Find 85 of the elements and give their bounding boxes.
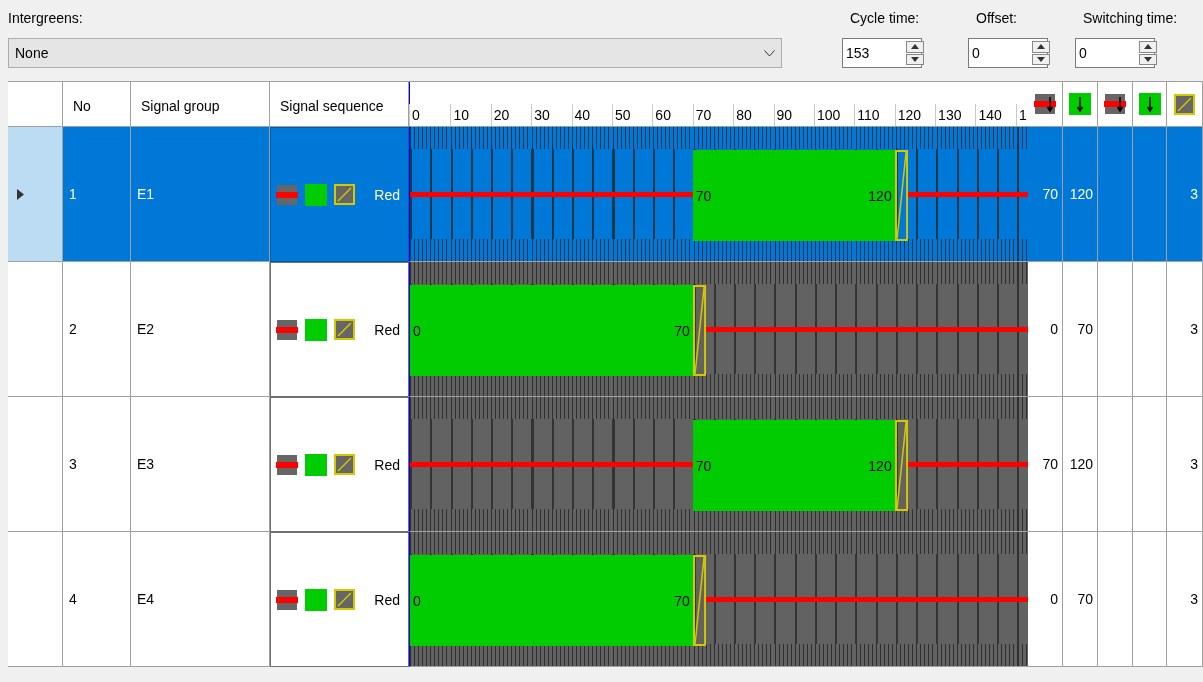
- table-cell: E1: [131, 127, 270, 262]
- square-icon: [305, 183, 327, 206]
- spin-down-button[interactable]: [1139, 53, 1157, 65]
- spin-down-button[interactable]: [906, 53, 924, 65]
- number-spinner-field[interactable]: 0: [1075, 38, 1155, 68]
- switching-time-label: Switching time:: [1082, 9, 1179, 28]
- table-cell: 2: [63, 262, 131, 397]
- table-cell: E4: [131, 532, 270, 667]
- table-cell: 70: [1063, 262, 1098, 397]
- timeline-tick-label: 100: [813, 104, 841, 126]
- phase-bar: 0 70: [410, 555, 693, 646]
- signal-sequence-text: Red: [374, 591, 400, 608]
- row-header[interactable]: [8, 262, 63, 397]
- timeline-tick-label: 40: [571, 104, 591, 126]
- up-arrow-icon: [911, 44, 919, 50]
- table-cell: E3: [131, 397, 270, 532]
- current-row-triangle-icon: [17, 188, 24, 200]
- table-cell: E2: [131, 262, 270, 397]
- table-cell: 3: [1167, 127, 1203, 262]
- up-arrow-icon: [1037, 44, 1045, 50]
- signal-sequence-text: Red: [374, 186, 400, 203]
- bar-icon: [276, 183, 298, 206]
- table-cell: 120: [1063, 397, 1098, 532]
- cycle-time-label: Cycle time:: [849, 9, 921, 28]
- intergreens-dropdown[interactable]: None: [8, 38, 782, 68]
- table-cell: 3: [1167, 397, 1203, 532]
- timeline-tick-label: 10: [450, 104, 469, 126]
- square-icon: [305, 318, 327, 341]
- spin-up-button[interactable]: [1032, 41, 1050, 53]
- number-input[interactable]: 153: [843, 39, 904, 67]
- slash-square-icon: [334, 184, 355, 205]
- square-icon: [305, 453, 327, 476]
- timeline-tick-label: 0: [409, 104, 420, 126]
- number-input[interactable]: 0: [969, 39, 1030, 67]
- bar-icon: [276, 318, 298, 341]
- offset-label: Offset:: [975, 9, 1018, 28]
- table-cell: 0: [1028, 532, 1063, 667]
- timeline-tick-label: 30: [531, 104, 550, 126]
- timeline-tick-label: 140: [975, 104, 1002, 126]
- timeline-tick-label: 110: [854, 104, 880, 126]
- square-icon: [305, 588, 327, 611]
- timeline-tick-label: 120: [894, 104, 922, 126]
- phase-bar: 70 120: [692, 150, 895, 241]
- table-cell: 70: [1063, 532, 1098, 667]
- table-cell: 70: [1028, 397, 1063, 532]
- signal-sequence-text: Red: [374, 321, 400, 338]
- table-cell: 1: [63, 127, 131, 262]
- timeline-tick-label: 90: [773, 104, 793, 126]
- timeline-tick-label: 20: [490, 104, 510, 126]
- number-input[interactable]: 0: [1076, 39, 1137, 67]
- table-cell: 4: [63, 532, 131, 667]
- phase-bar: 70 120: [692, 420, 895, 511]
- number-spinner-field[interactable]: 153: [842, 38, 922, 68]
- timeline-tick-label: 70: [692, 104, 712, 126]
- up-arrow-icon: [1144, 44, 1152, 50]
- table-cell: 3: [63, 397, 131, 532]
- chevron-down-icon: [764, 49, 775, 57]
- table-cell: 120: [1063, 127, 1098, 262]
- intergreens-label: Intergreens:: [8, 9, 84, 28]
- down-arrow-icon: [1144, 56, 1152, 62]
- row-header[interactable]: [8, 532, 63, 667]
- bar-icon: [276, 453, 298, 476]
- timeline-tick-label: 60: [652, 104, 671, 126]
- spin-up-button[interactable]: [1139, 41, 1157, 53]
- slash-square-icon: [334, 319, 355, 340]
- slash-square-icon: [334, 454, 355, 475]
- timeline-tick-label: 50: [611, 104, 631, 126]
- signal-sequence-text: Red: [374, 456, 400, 473]
- slash-square-icon: [1174, 93, 1195, 115]
- row-header[interactable]: [8, 397, 63, 532]
- timeline-tick-label: 130: [935, 104, 962, 126]
- bar-icon: [276, 588, 298, 611]
- number-spinner-field[interactable]: 0: [968, 38, 1048, 68]
- down-arrow-icon: [1037, 56, 1045, 62]
- table-cell: 3: [1167, 262, 1203, 397]
- table-cell: 70: [1028, 127, 1063, 262]
- spin-up-button[interactable]: [906, 41, 924, 53]
- timeline-tick-label: 1: [1015, 104, 1027, 126]
- timeline-tick-label: 80: [733, 104, 752, 126]
- spin-down-button[interactable]: [1032, 53, 1050, 65]
- table-cell: 3: [1167, 532, 1203, 667]
- phase-bar: 0 70: [410, 285, 693, 376]
- slash-square-icon: [334, 589, 355, 610]
- table-cell: 0: [1028, 262, 1063, 397]
- down-arrow-icon: [911, 56, 919, 62]
